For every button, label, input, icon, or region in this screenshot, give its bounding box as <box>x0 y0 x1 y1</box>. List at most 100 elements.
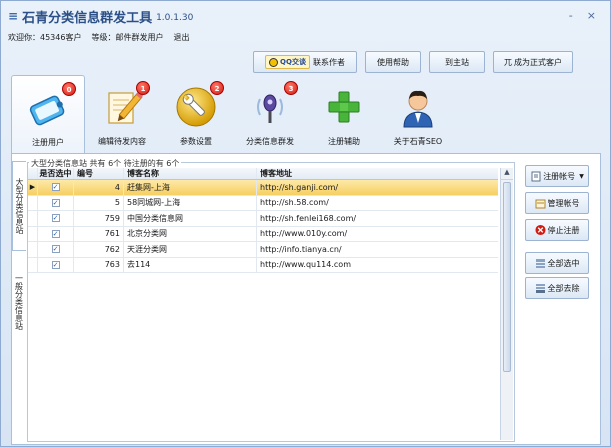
upgrade-label: 成为正式客户 <box>514 57 562 67</box>
contact-author-button[interactable]: QQ交谈 联系作者 <box>253 51 357 73</box>
qq-chat-pill[interactable]: QQ交谈 <box>265 55 310 69</box>
select-all-button[interactable]: 全部选中 <box>525 252 589 274</box>
remove-all-label: 全部去除 <box>547 283 580 293</box>
row-blog-url: http://sh.ganji.com/ <box>260 182 339 192</box>
upgrade-glyph-icon: 兀 <box>504 57 512 67</box>
toolbar-label: 注册用户 <box>32 138 64 147</box>
row-checkbox[interactable]: ✓ <box>51 183 60 192</box>
contact-author-label: 联系作者 <box>312 57 345 67</box>
row-pointer-icon: ▶ <box>28 180 38 195</box>
toolbar-label: 注册辅助 <box>328 137 360 146</box>
toolbar-about[interactable]: 关于石青SEO <box>381 75 455 153</box>
row-blog-url: http://www.010y.com/ <box>260 229 348 239</box>
level-text: 等级：邮件群发用户 <box>91 33 164 42</box>
row-blog-name: 中国分类信息网 <box>124 211 257 226</box>
tab-large-sites[interactable]: 大型分类信息站 <box>12 161 26 251</box>
row-blog-url: http://www.qu114.com <box>260 260 351 270</box>
select-all-label: 全部选中 <box>547 258 580 268</box>
table-row[interactable]: ✓ 763 去114 http://www.qu114.com <box>28 257 498 273</box>
user-icon <box>403 90 433 128</box>
register-account-button[interactable]: 注册帐号 ▼ <box>525 165 589 187</box>
stop-icon <box>534 224 546 236</box>
tab-general-sites[interactable]: 一般分类信息站 <box>12 257 26 347</box>
row-number: 4 <box>74 180 124 195</box>
toolbar-settings[interactable]: 2 参数设置 <box>159 75 233 153</box>
main-site-button[interactable]: 到主站 <box>429 51 485 73</box>
upgrade-button[interactable]: 兀 成为正式客户 <box>493 51 573 73</box>
column-header-blog-url[interactable]: 博客地址 <box>257 168 498 179</box>
app-menu-icon[interactable]: ≡ <box>8 9 18 23</box>
stop-register-label: 停止注册 <box>547 225 580 235</box>
row-blog-name: 赶集网-上海 <box>124 180 257 195</box>
window-title: 石青分类信息群发工具 <box>22 10 153 26</box>
row-number: 759 <box>74 211 124 226</box>
scroll-thumb[interactable] <box>503 182 511 372</box>
step-badge: 2 <box>210 81 224 95</box>
row-blog-name: 北京分类网 <box>124 226 257 241</box>
logout-link[interactable]: 退出 <box>173 32 189 43</box>
row-checkbox[interactable]: ✓ <box>51 229 60 238</box>
add-icon <box>328 91 360 123</box>
toolbar-label: 分类信息群发 <box>246 137 294 146</box>
qq-chat-label: QQ交谈 <box>280 58 306 66</box>
row-checkbox[interactable]: ✓ <box>51 245 60 254</box>
toolbar-broadcast[interactable]: 3 分类信息群发 <box>233 75 307 153</box>
document-icon <box>530 171 541 182</box>
manage-icon <box>535 198 546 209</box>
toolbar-label: 关于石青SEO <box>393 137 443 146</box>
table-row[interactable]: ✓ 5 58同城网-上海 http://sh.58.com/ <box>28 195 498 211</box>
row-blog-url: http://info.tianya.cn/ <box>260 244 342 254</box>
register-account-label: 注册帐号 <box>543 171 576 181</box>
row-blog-url: http://sh.58.com/ <box>260 198 329 208</box>
toolbar-edit-content[interactable]: 1 编辑待发内容 <box>85 75 159 153</box>
row-blog-url: http://sh.fenlei168.com/ <box>260 213 357 223</box>
row-blog-name: 58同城网-上海 <box>124 195 257 210</box>
step-badge: 1 <box>136 81 150 95</box>
row-number: 761 <box>74 226 124 241</box>
user-info: 欢迎你：45346客户 等级：邮件群发用户 退出 <box>8 32 189 43</box>
qq-icon <box>269 57 279 67</box>
step-badge: 0 <box>62 82 76 96</box>
title-bar[interactable]: ≡ 石青分类信息群发工具 1.0.1.30 - × <box>1 1 610 31</box>
header-buttons: QQ交谈 联系作者 使用帮助 到主站 兀 成为正式客户 <box>253 51 573 73</box>
dropdown-arrow-icon[interactable]: ▼ <box>579 173 584 180</box>
minimize-button[interactable]: - <box>569 9 573 22</box>
table-row[interactable]: ✓ 761 北京分类网 http://www.010y.com/ <box>28 226 498 242</box>
column-header-selected[interactable]: 是否选中 <box>38 168 74 179</box>
row-number: 762 <box>74 242 124 257</box>
row-checkbox[interactable]: ✓ <box>51 198 60 207</box>
toolbar-register-user[interactable]: 0 注册用户 <box>11 75 85 153</box>
row-number: 763 <box>74 257 124 272</box>
toolbar-label: 参数设置 <box>180 137 212 146</box>
row-blog-name: 去114 <box>124 257 257 272</box>
toolbar-label: 编辑待发内容 <box>98 137 146 146</box>
grid-scrollbar[interactable]: ▲ <box>500 168 513 440</box>
row-checkbox[interactable]: ✓ <box>51 260 60 269</box>
close-button[interactable]: × <box>587 9 596 22</box>
table-row[interactable]: ✓ 759 中国分类信息网 http://sh.fenlei168.com/ <box>28 211 498 227</box>
row-number: 5 <box>74 195 124 210</box>
row-checkbox[interactable]: ✓ <box>51 214 60 223</box>
main-toolbar: 0 注册用户 1 编辑待发内容 2 参数设置 3 分类信息群发 注册辅助 关于石… <box>11 75 442 153</box>
row-blog-name: 天涯分类网 <box>124 242 257 257</box>
manage-account-label: 管理帐号 <box>547 198 580 208</box>
column-header-blog-name[interactable]: 博客名称 <box>124 168 257 179</box>
remove-all-button[interactable]: 全部去除 <box>525 277 589 299</box>
scroll-up-icon[interactable]: ▲ <box>501 168 513 180</box>
column-header-number[interactable]: 编号 <box>74 168 124 179</box>
app-window: ≡ 石青分类信息群发工具 1.0.1.30 - × 欢迎你：45346客户 等级… <box>0 0 611 447</box>
table-row[interactable]: ✓ 762 天涯分类网 http://info.tianya.cn/ <box>28 242 498 258</box>
remove-all-icon <box>535 283 546 294</box>
table-row[interactable]: ▶ ✓ 4 赶集网-上海 http://sh.ganji.com/ <box>28 180 498 196</box>
sites-grid: 是否选中 编号 博客名称 博客地址 ▶ ✓ 4 赶集网-上海 http://sh… <box>28 168 498 273</box>
window-version: 1.0.1.30 <box>156 12 194 23</box>
stop-register-button[interactable]: 停止注册 <box>525 219 589 241</box>
select-all-icon <box>535 258 546 269</box>
step-badge: 3 <box>284 81 298 95</box>
toolbar-register-helper[interactable]: 注册辅助 <box>307 75 381 153</box>
manage-account-button[interactable]: 管理帐号 <box>525 192 589 214</box>
welcome-text: 欢迎你：45346客户 <box>8 33 82 42</box>
grid-header: 是否选中 编号 博客名称 博客地址 <box>28 168 498 180</box>
indicator-header <box>28 168 38 179</box>
help-button[interactable]: 使用帮助 <box>365 51 421 73</box>
